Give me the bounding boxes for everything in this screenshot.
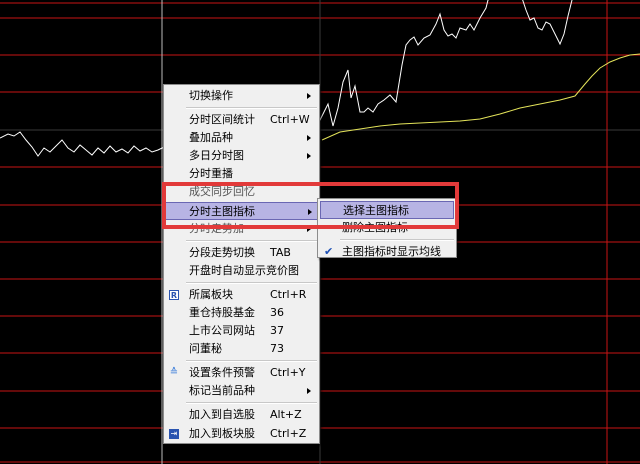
submenu-arrow-icon [307, 388, 311, 395]
menu-separator [186, 402, 317, 405]
menu-item-label: 主图指标时显示均线 [342, 245, 441, 258]
menu-item-shortcut: Ctrl+Y [270, 366, 306, 380]
submenu-arrow-icon [307, 153, 311, 160]
menu-item-7[interactable]: 分时主图指标 [164, 201, 319, 220]
menu-item-22[interactable]: ⇥ 加入到板块股 Ctrl+Z [164, 425, 319, 443]
submenu-arrow-icon [307, 93, 311, 99]
menu-item-label: 加入到自选股 [189, 408, 255, 422]
menu-item-label: 标记当前品种 [189, 384, 255, 398]
r-icon: R [169, 289, 179, 300]
price-line-right [522, 0, 573, 46]
submenu-arrow-icon [307, 225, 311, 232]
menu-item-10[interactable]: 分段走势切换 TAB [164, 244, 319, 262]
menu-item-shortcut: Ctrl+R [270, 287, 307, 301]
menu-item-0[interactable]: 切换操作 [164, 87, 319, 105]
menu-item-14[interactable]: 重仓持股基金 36 [164, 304, 319, 322]
menu-item-11[interactable]: 开盘时自动显示竞价图 [164, 262, 319, 280]
context-menu: 切换操作分时区间统计 Ctrl+W 叠加品种多日分时图分时重播成交同步回忆 分时主图指… [163, 84, 320, 458]
menu-item-16[interactable]: 问董秘 73 [164, 340, 319, 358]
menu-item-label: 分时主图指标 [189, 204, 255, 218]
menu-item-shortcut: 37 [270, 324, 284, 338]
menu-item-label: 分时走势加 [189, 221, 244, 235]
average-line [321, 53, 640, 141]
menu-item-2[interactable]: 分时区间统计 Ctrl+W [164, 111, 319, 129]
menu-item-label: 切换操作 [189, 89, 233, 102]
menu-item-label: 成交同步回忆 [189, 185, 255, 199]
submenu-arrow-icon [308, 208, 312, 215]
menu-item-label: 问董秘 [189, 342, 222, 356]
menu-item-label: 选择主图指标 [343, 204, 409, 217]
menu-separator [186, 281, 317, 284]
submenu-item-1[interactable]: 删除主图指标 [318, 219, 456, 237]
menu-item-21[interactable]: 加入到自选股 Alt+Z [164, 406, 319, 424]
menu-item-19[interactable]: 标记当前品种 [164, 382, 319, 400]
menu-item-shortcut: 36 [270, 305, 284, 319]
menu-item-label: 开盘时自动显示竞价图 [189, 263, 299, 277]
add-to-block-icon: ⇥ [169, 428, 179, 439]
menu-item-shortcut: TAB [270, 245, 291, 259]
indicator-submenu: 选择主图指标 删除主图指标 ✔ 主图指标时显示均线 [317, 198, 457, 258]
menu-item-8[interactable]: 分时走势加 [164, 220, 319, 238]
menu-separator [186, 360, 317, 363]
menu-item-label: 加入到板块股 [189, 426, 255, 440]
menu-item-3[interactable]: 叠加品种 [164, 129, 319, 147]
menu-item-shortcut: Ctrl+W [270, 113, 310, 127]
submenu-item-3[interactable]: ✔ 主图指标时显示均线 [318, 243, 456, 261]
menu-item-shortcut: Alt+Z [270, 408, 302, 422]
submenu-arrow-icon [307, 135, 311, 142]
alert-up-icon: ≙ [169, 367, 179, 379]
menu-item-label: 上市公司网站 [189, 324, 255, 338]
submenu-item-0[interactable]: 选择主图指标 [320, 201, 454, 219]
menu-item-23[interactable]: 从板块中删除 Alt+D [164, 443, 319, 461]
menu-item-label: 重仓持股基金 [189, 305, 255, 319]
menu-separator [340, 239, 454, 241]
menu-item-label: 设置条件预警 [189, 366, 255, 380]
menu-item-6[interactable]: 成交同步回忆 [164, 183, 319, 201]
menu-item-label: 从板块中删除 [189, 444, 255, 458]
menu-item-5[interactable]: 分时重播 [164, 165, 319, 183]
menu-item-shortcut: Ctrl+Z [270, 426, 307, 440]
menu-item-label: 多日分时图 [189, 149, 244, 163]
menu-separator [186, 107, 317, 110]
menu-item-shortcut: 73 [270, 342, 284, 356]
menu-item-label: 分时重播 [189, 167, 233, 181]
menu-item-4[interactable]: 多日分时图 [164, 147, 319, 165]
menu-item-label: 所属板块 [189, 287, 233, 301]
menu-item-label: 分段走势切换 [189, 245, 255, 259]
menu-separator [186, 239, 317, 242]
menu-item-label: 叠加品种 [189, 131, 233, 145]
menu-item-15[interactable]: 上市公司网站 37 [164, 322, 319, 340]
menu-item-18[interactable]: ≙ 设置条件预警 Ctrl+Y [164, 364, 319, 382]
menu-item-shortcut: Alt+D [270, 444, 303, 458]
menu-item-13[interactable]: R 所属板块 Ctrl+R [164, 286, 319, 304]
menu-item-label: 删除主图指标 [342, 221, 408, 234]
checkmark-icon: ✔ [324, 245, 334, 258]
menu-item-label: 分时区间统计 [189, 113, 255, 127]
